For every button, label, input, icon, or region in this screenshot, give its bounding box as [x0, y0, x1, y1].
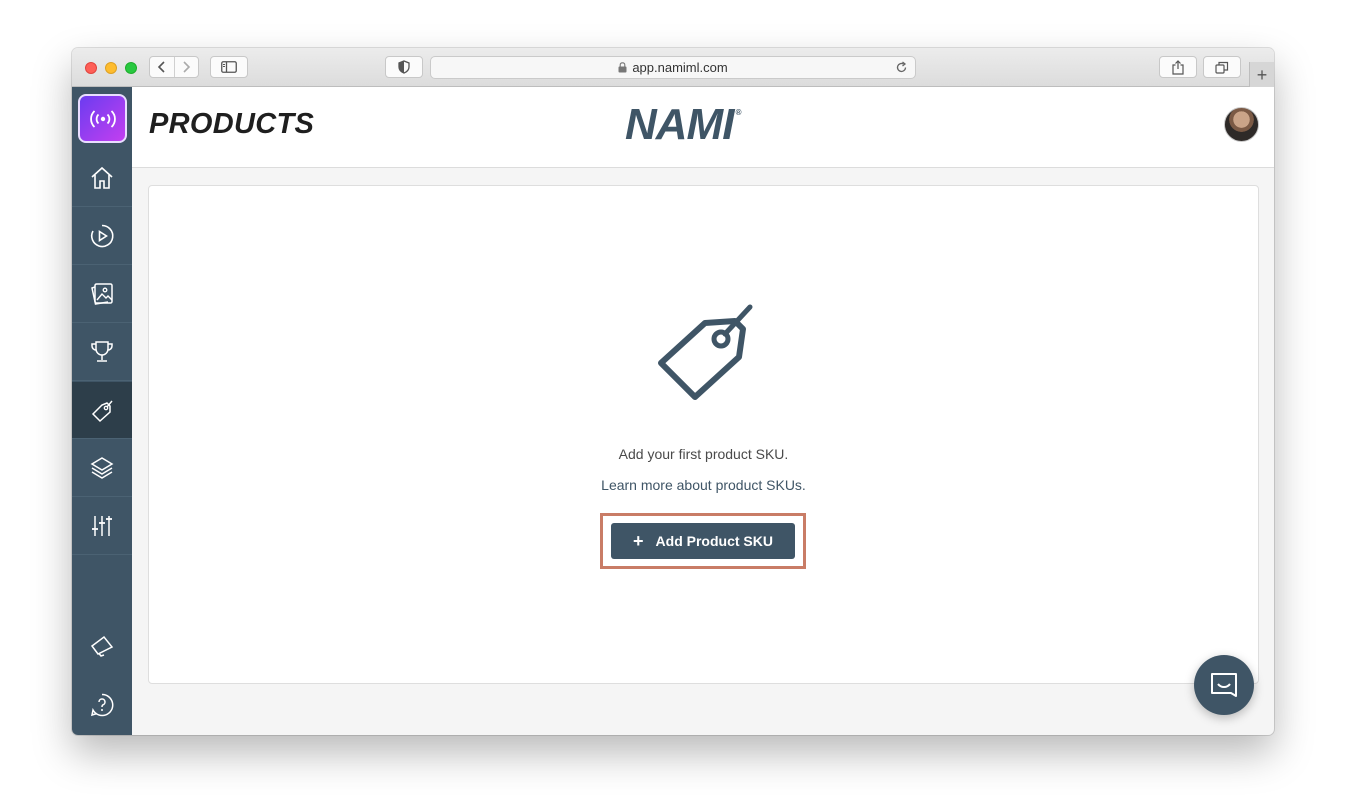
chevron-left-icon [157, 61, 165, 73]
minimize-window-button[interactable] [105, 62, 117, 74]
sidebar-item-campaigns[interactable] [72, 208, 132, 265]
chat-icon [1211, 673, 1237, 697]
sidebar [72, 87, 132, 735]
history-nav [149, 56, 199, 78]
page-title: PRODUCTS [149, 108, 315, 140]
privacy-report-button[interactable] [385, 56, 423, 78]
back-button[interactable] [150, 57, 174, 77]
home-icon [91, 166, 113, 189]
chevron-right-icon [183, 61, 191, 73]
add-product-sku-label: Add Product SKU [655, 533, 773, 549]
tag-icon [91, 400, 113, 423]
image-gallery-icon [91, 283, 113, 305]
page-header: PRODUCTS NAMI ® [132, 87, 1274, 168]
trophy-icon [91, 341, 113, 362]
sidebar-item-help[interactable] [72, 676, 132, 733]
zoom-window-button[interactable] [125, 62, 137, 74]
nami-app: PRODUCTS NAMI ® Add your first product SK… [72, 87, 1274, 735]
user-avatar[interactable] [1224, 107, 1259, 142]
close-window-button[interactable] [85, 62, 97, 74]
browser-window: app.namiml.com + PRODUCTS NAMI ® Add you… [72, 48, 1274, 735]
sidebar-item-paywalls[interactable] [72, 266, 132, 323]
lock-icon [618, 62, 627, 73]
share-icon [1172, 59, 1184, 75]
learn-more-link[interactable]: Learn more about product SKUs. [149, 477, 1258, 493]
sidebar-icon [221, 61, 237, 73]
megaphone-icon [90, 635, 114, 657]
sidebar-item-products[interactable] [72, 382, 132, 439]
shield-icon [398, 60, 410, 74]
empty-state-card: Add your first product SKU. Learn more a… [148, 185, 1259, 684]
price-tag-icon [658, 304, 753, 400]
empty-state-title: Add your first product SKU. [618, 446, 789, 462]
forward-button[interactable] [173, 57, 198, 77]
sidebar-toggle-button[interactable] [210, 56, 248, 78]
layers-icon [90, 457, 114, 479]
browser-toolbar: app.namiml.com + [72, 48, 1274, 87]
url-text: app.namiml.com [632, 60, 728, 75]
sidebar-item-layers[interactable] [72, 440, 132, 497]
share-button[interactable] [1159, 56, 1197, 78]
plus-icon: + [633, 531, 644, 551]
broadcast-icon [89, 109, 116, 128]
tab-overview-button[interactable] [1203, 56, 1241, 78]
app-logo[interactable] [78, 94, 127, 143]
sliders-icon [92, 516, 112, 536]
add-product-sku-button[interactable]: + Add Product SKU [611, 523, 795, 559]
chat-launcher-button[interactable] [1194, 655, 1254, 715]
tabs-icon [1215, 61, 1229, 74]
address-bar[interactable]: app.namiml.com [430, 56, 916, 79]
reload-icon[interactable] [895, 61, 908, 74]
sidebar-item-entitlements[interactable] [72, 324, 132, 381]
brand-logo[interactable]: NAMI ® [625, 100, 742, 149]
sidebar-item-announcements[interactable] [72, 617, 132, 674]
play-circle-icon [90, 224, 114, 248]
help-circle-icon [91, 693, 114, 716]
registered-mark: ® [735, 108, 742, 117]
new-tab-button[interactable]: + [1249, 62, 1274, 87]
brand-name: NAMI [625, 100, 734, 149]
sidebar-item-settings[interactable] [72, 498, 132, 555]
sidebar-item-home[interactable] [72, 150, 132, 207]
